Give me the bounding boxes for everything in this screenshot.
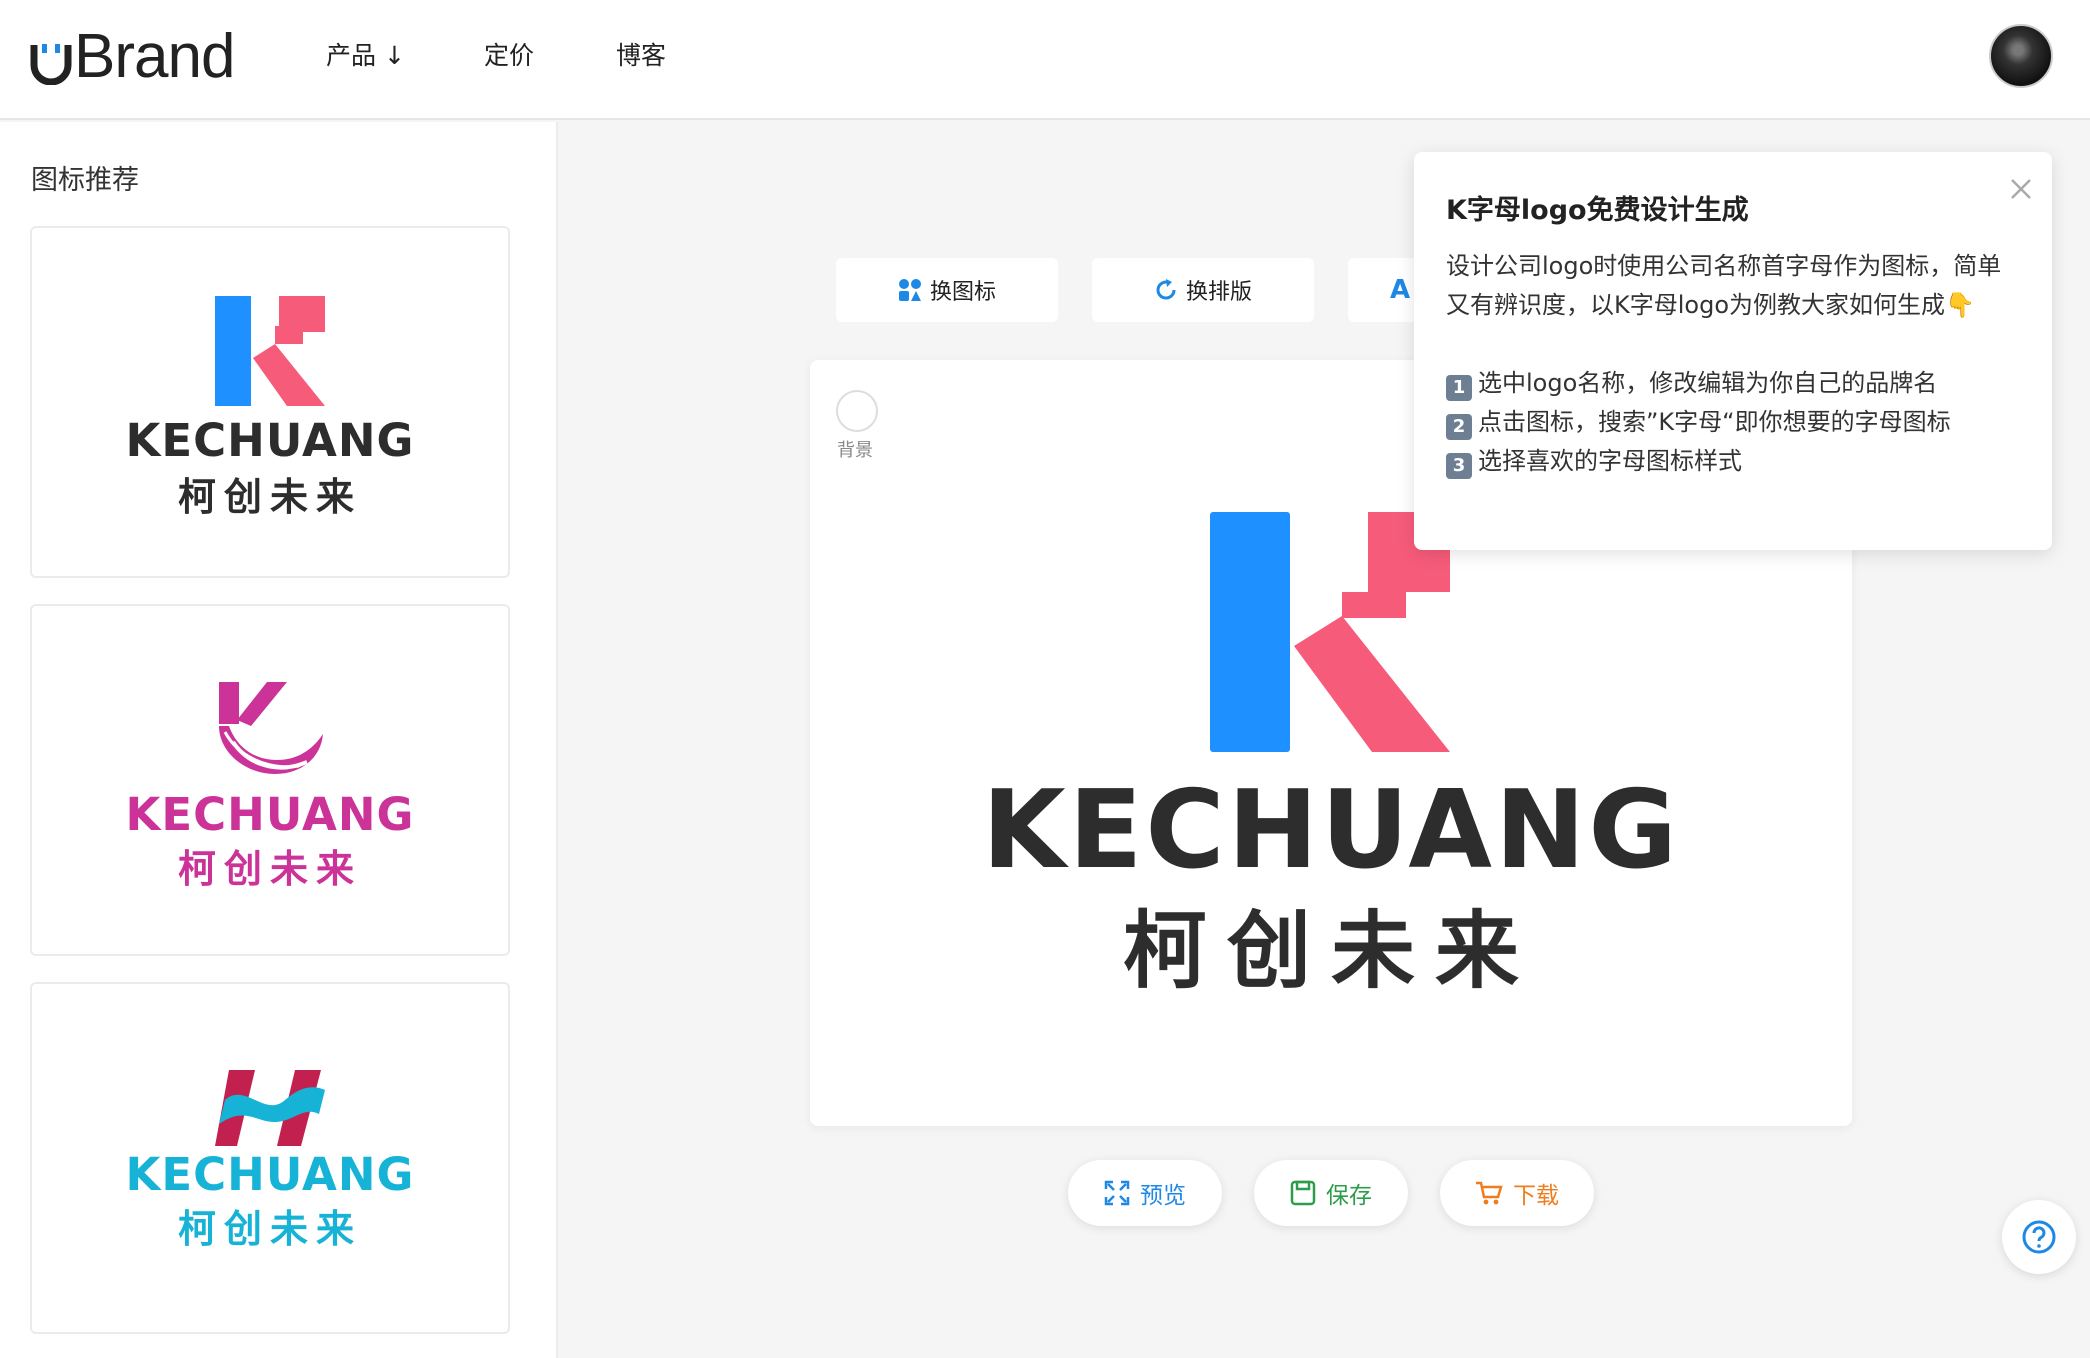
close-icon[interactable] <box>2004 172 2038 206</box>
step-2-number: 2 <box>1446 414 1472 440</box>
popover-steps: 1 选中logo名称，修改编辑为你自己的品牌名 2 点击图标，搜索”K字母“即你想要… <box>1446 364 2020 481</box>
font-a-icon: A <box>1390 275 1411 305</box>
step-2: 2 点击图标，搜索”K字母“即你想要的字母图标 <box>1446 403 2020 442</box>
brand-u-icon <box>30 41 72 86</box>
card-1-en: KECHUANG <box>125 414 415 467</box>
popover-intro: 设计公司logo时使用公司名称首字母作为图标，简单又有辨识度，以K字母logo为… <box>1446 252 2002 319</box>
nav-blog[interactable]: 博客 <box>616 36 696 76</box>
brand-wordmark: Brand <box>74 22 235 91</box>
shapes-icon <box>898 279 921 301</box>
preview-button[interactable]: 预览 <box>1068 1160 1222 1226</box>
card-3-zh: 柯创未来 <box>177 1207 362 1251</box>
nav-pricing[interactable]: 定价 <box>484 36 616 76</box>
top-header: Brand 产品 ↓ 定价 博客 <box>0 0 2090 120</box>
preview-label: 预览 <box>1140 1183 1186 1209</box>
background-color-swatch[interactable] <box>836 390 878 432</box>
sidebar-title: 图标推荐 <box>31 165 139 196</box>
step-2-text: 点击图标，搜索”K字母“即你想要的字母图标 <box>1478 408 1951 436</box>
step-3: 3 选择喜欢的字母图标样式 <box>1446 442 2020 481</box>
logo-english-name[interactable]: KECHUANG <box>810 768 1852 893</box>
change-layout-button[interactable]: 换排版 <box>1092 258 1314 322</box>
logo-chinese-name[interactable]: 柯创未来 <box>810 884 1852 1005</box>
h-ribbon-icon <box>215 1070 325 1150</box>
guide-popover: K字母logo免费设计生成 设计公司logo时使用公司名称首字母作为图标，简单又… <box>1414 152 2052 550</box>
main-k-logo-icon[interactable] <box>1210 512 1450 756</box>
save-disk-icon <box>1290 1180 1316 1206</box>
k-block-icon <box>215 296 325 410</box>
step-1-text: 选中logo名称，修改编辑为你自己的品牌名 <box>1478 369 1938 397</box>
card-1-zh: 柯创未来 <box>177 475 362 519</box>
expand-icon <box>1104 1180 1130 1206</box>
download-button[interactable]: 下载 <box>1440 1160 1594 1226</box>
cart-icon <box>1476 1181 1503 1205</box>
brand-logo[interactable]: Brand <box>30 22 235 92</box>
step-3-text: 选择喜欢的字母图标样式 <box>1478 447 1742 475</box>
k-swoosh-icon <box>215 682 325 780</box>
change-icon-label: 换图标 <box>929 280 996 305</box>
popover-title: K字母logo免费设计生成 <box>1446 195 1749 226</box>
step-1-number: 1 <box>1446 375 1472 401</box>
step-3-number: 3 <box>1446 453 1472 479</box>
card-2-zh: 柯创未来 <box>177 847 362 891</box>
change-font-button[interactable]: A <box>1348 258 1414 322</box>
recommend-card-1[interactable]: KECHUANG 柯创未来 <box>30 226 510 578</box>
question-icon <box>2022 1220 2056 1254</box>
help-button[interactable] <box>2002 1200 2076 1274</box>
change-layout-label: 换排版 <box>1185 280 1252 305</box>
change-icon-button[interactable]: 换图标 <box>836 258 1058 322</box>
recommend-card-2[interactable]: KECHUANG 柯创未来 <box>30 604 510 956</box>
main-nav: 产品 ↓ 定价 博客 <box>326 36 696 76</box>
card-3-en: KECHUANG <box>125 1148 415 1201</box>
icon-recommend-sidebar: 图标推荐 KECHUANG 柯创未来 KECHUANG 柯创未来 KECHUAN… <box>0 122 558 1358</box>
step-1: 1 选中logo名称，修改编辑为你自己的品牌名 <box>1446 364 2020 403</box>
user-avatar[interactable] <box>1989 24 2053 88</box>
save-button[interactable]: 保存 <box>1254 1160 1408 1226</box>
recommend-card-3[interactable]: KECHUANG 柯创未来 <box>30 982 510 1334</box>
save-label: 保存 <box>1326 1183 1372 1209</box>
nav-products[interactable]: 产品 ↓ <box>326 36 484 76</box>
download-label: 下载 <box>1513 1183 1559 1209</box>
refresh-icon <box>1156 279 1176 300</box>
background-label: 背景 <box>837 440 873 461</box>
card-2-en: KECHUANG <box>125 788 415 841</box>
